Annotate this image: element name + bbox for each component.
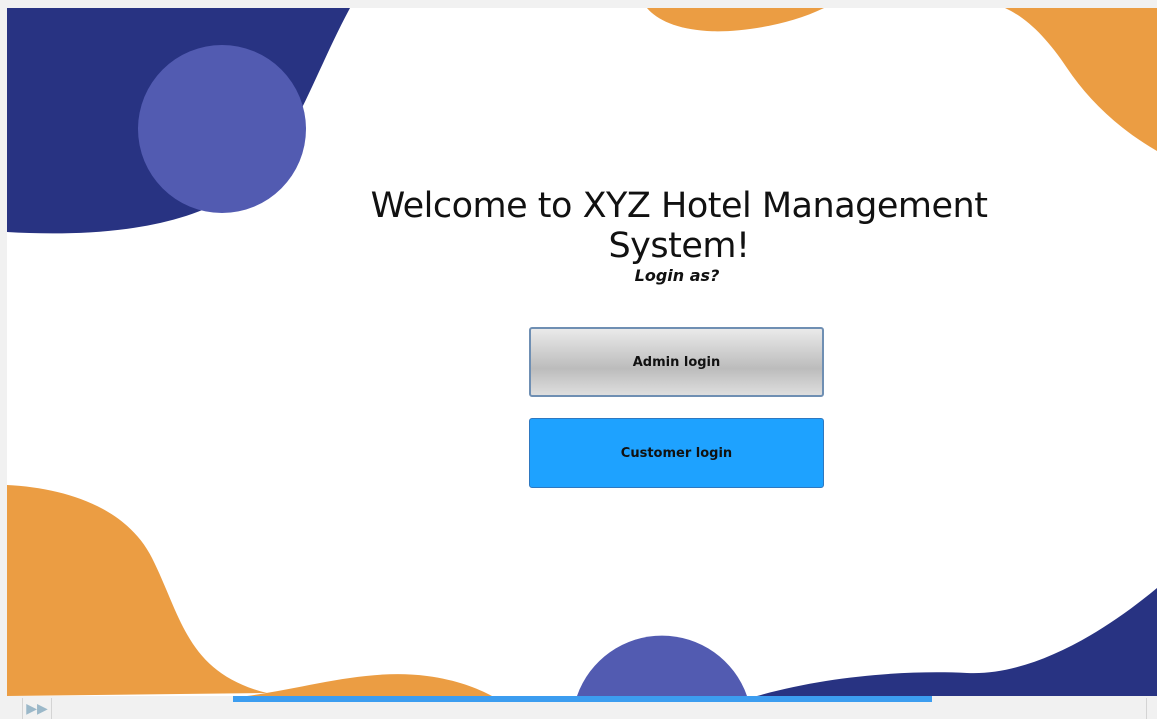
progress-bar bbox=[233, 696, 932, 702]
bottom-center-circle bbox=[577, 635, 747, 696]
bottom-right-navy-blob bbox=[757, 588, 1157, 696]
top-orange-sliver bbox=[647, 8, 824, 32]
status-bar-edge bbox=[1146, 698, 1157, 719]
top-left-circle bbox=[138, 45, 306, 213]
customer-login-label: Customer login bbox=[620, 445, 733, 461]
welcome-title: Welcome to XYZ Hotel Management System! bbox=[370, 186, 988, 266]
top-right-orange-blob bbox=[1005, 8, 1157, 151]
admin-login-button[interactable]: Admin login bbox=[529, 327, 824, 397]
login-prompt: Login as? bbox=[634, 266, 720, 285]
fast-forward-icon[interactable]: ▶▶ bbox=[22, 698, 52, 719]
customer-login-button[interactable]: Customer login bbox=[529, 418, 824, 488]
status-bar: ▶▶ bbox=[0, 696, 1157, 719]
bottom-left-orange-blob bbox=[7, 485, 267, 696]
bottom-orange-wave bbox=[247, 674, 492, 696]
admin-login-label: Admin login bbox=[632, 354, 721, 370]
login-window: Welcome to XYZ Hotel Management System! … bbox=[7, 8, 1157, 696]
